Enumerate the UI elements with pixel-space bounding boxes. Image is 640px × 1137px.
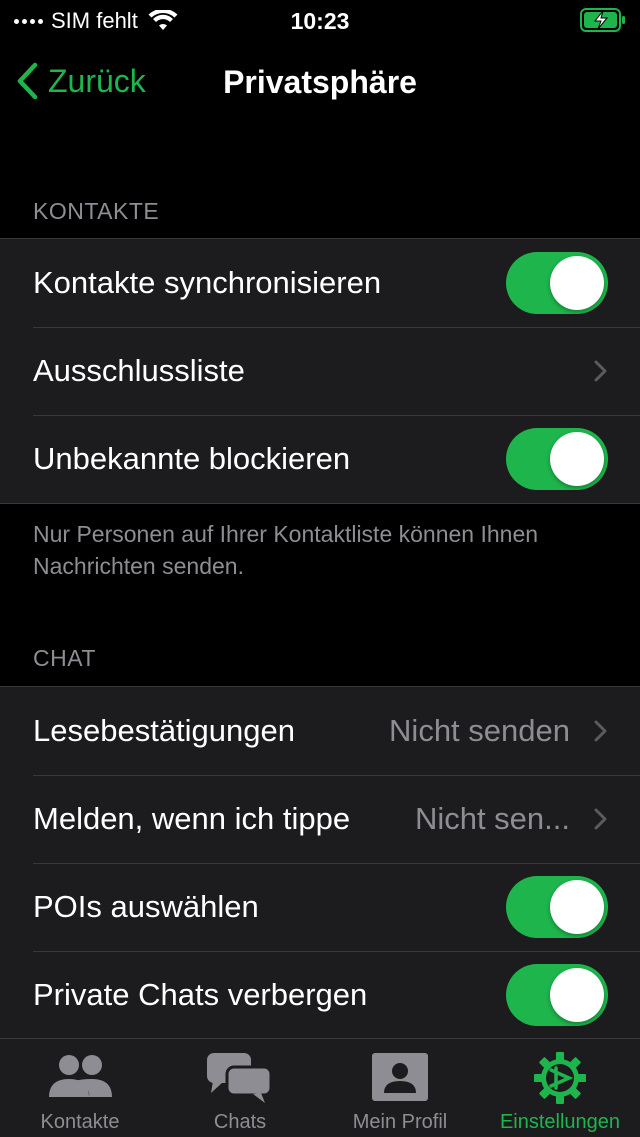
block-unknown-toggle[interactable] [506, 428, 608, 490]
row-hide-private-chats[interactable]: Private Chats verbergen [0, 951, 640, 1039]
contacts-group: Kontakte synchronisieren Ausschlussliste… [0, 238, 640, 504]
row-value: Nicht sen... [414, 801, 570, 836]
settings-gear-icon [534, 1052, 586, 1104]
toggle-knob [550, 968, 604, 1022]
tab-label: Kontakte [40, 1111, 120, 1133]
select-pois-toggle[interactable] [506, 876, 608, 938]
contacts-icon [49, 1055, 112, 1097]
toggle-knob [550, 256, 604, 310]
row-block-unknown[interactable]: Unbekannte blockieren [0, 415, 640, 503]
tab-contacts[interactable]: Kontakte [0, 1039, 160, 1137]
row-label: Private Chats verbergen [33, 977, 368, 1012]
row-label: Kontakte synchronisieren [33, 265, 382, 300]
toggle-knob [550, 880, 604, 934]
row-label: Melden, wenn ich tippe [33, 801, 351, 836]
row-read-receipts[interactable]: Lesebestätigungen Nicht senden [0, 687, 640, 775]
chevron-right-icon [594, 360, 607, 382]
status-bar: SIM fehlt 10:23 [0, 0, 640, 40]
contacts-footer-note: Nur Personen auf Ihrer Kontaktliste könn… [33, 521, 539, 579]
tab-label: Mein Profil [352, 1111, 448, 1133]
sync-contacts-toggle[interactable] [506, 252, 608, 314]
tab-chats[interactable]: Chats [160, 1039, 320, 1137]
chevron-right-icon [594, 720, 607, 742]
row-label: Lesebestätigungen [33, 713, 296, 748]
tab-label: Einstellungen [499, 1111, 621, 1133]
toggle-knob [550, 432, 604, 486]
row-label: Unbekannte blockieren [33, 441, 351, 476]
chats-icon [207, 1053, 273, 1103]
row-exclusion-list[interactable]: Ausschlussliste [0, 327, 640, 415]
row-label: POIs auswählen [33, 889, 259, 924]
hide-private-chats-toggle[interactable] [506, 964, 608, 1026]
tab-label: Chats [213, 1111, 267, 1133]
profile-icon [372, 1053, 428, 1101]
tab-bar: Kontakte Chats Mein Profil Einstellungen [0, 1038, 640, 1137]
page-title: Privatsphäre [223, 64, 417, 100]
row-typing-indicator[interactable]: Melden, wenn ich tippe Nicht sen... [0, 775, 640, 863]
chat-group: Lesebestätigungen Nicht senden Melden, w… [0, 686, 640, 1040]
tab-my-profile[interactable]: Mein Profil [320, 1039, 480, 1137]
tab-settings[interactable]: Einstellungen [480, 1039, 640, 1137]
battery-charging-icon [580, 8, 625, 32]
row-value: Nicht senden [389, 713, 570, 748]
row-sync-contacts[interactable]: Kontakte synchronisieren [0, 239, 640, 327]
navigation-bar: Zurück Privatsphäre [0, 40, 640, 128]
row-select-pois[interactable]: POIs auswählen [0, 863, 640, 951]
chevron-right-icon [594, 808, 607, 830]
section-header-chat: CHAT [33, 645, 96, 671]
status-time: 10:23 [290, 8, 350, 34]
row-label: Ausschlussliste [33, 353, 245, 388]
section-header-contacts: KONTAKTE [33, 198, 160, 224]
